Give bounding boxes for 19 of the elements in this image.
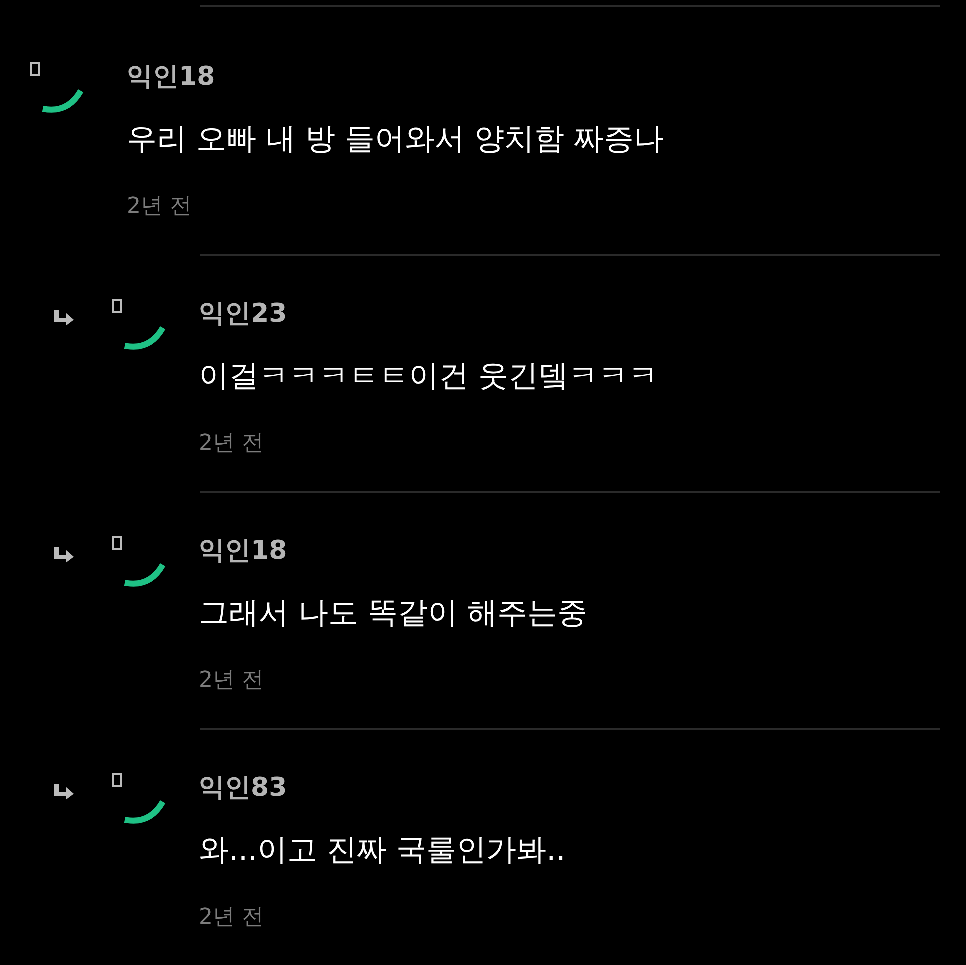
reply-arrow-icon bbox=[53, 783, 75, 801]
comment-text: 와...이고 진짜 국룰인가봐.. bbox=[199, 832, 566, 870]
comment-time: 2년 전 bbox=[127, 194, 193, 220]
reply-arrow-icon bbox=[53, 309, 75, 327]
comment-text: 이걸ㅋㅋㅋㅌㅌ이건 웃긴뎈ㅋㅋㅋ bbox=[199, 358, 659, 396]
comment-text: 그래서 나도 똑같이 해주는중 bbox=[199, 595, 588, 633]
reply-arrow-icon bbox=[53, 546, 75, 564]
comment-text: 우리 오빠 내 방 들어와서 양치함 짜증나 bbox=[127, 121, 664, 159]
comment-author: 익인83 bbox=[199, 773, 288, 803]
comment-author: 익인18 bbox=[127, 62, 216, 92]
comment-time: 2년 전 bbox=[199, 905, 265, 931]
broken-image-icon bbox=[112, 536, 122, 550]
comment-author: 익인18 bbox=[199, 536, 288, 566]
comment-time: 2년 전 bbox=[199, 431, 265, 457]
comment-author: 익인23 bbox=[199, 299, 288, 329]
broken-image-icon bbox=[30, 62, 40, 76]
broken-image-icon bbox=[112, 773, 122, 787]
comment-time: 2년 전 bbox=[199, 668, 265, 694]
broken-image-icon bbox=[112, 299, 122, 313]
